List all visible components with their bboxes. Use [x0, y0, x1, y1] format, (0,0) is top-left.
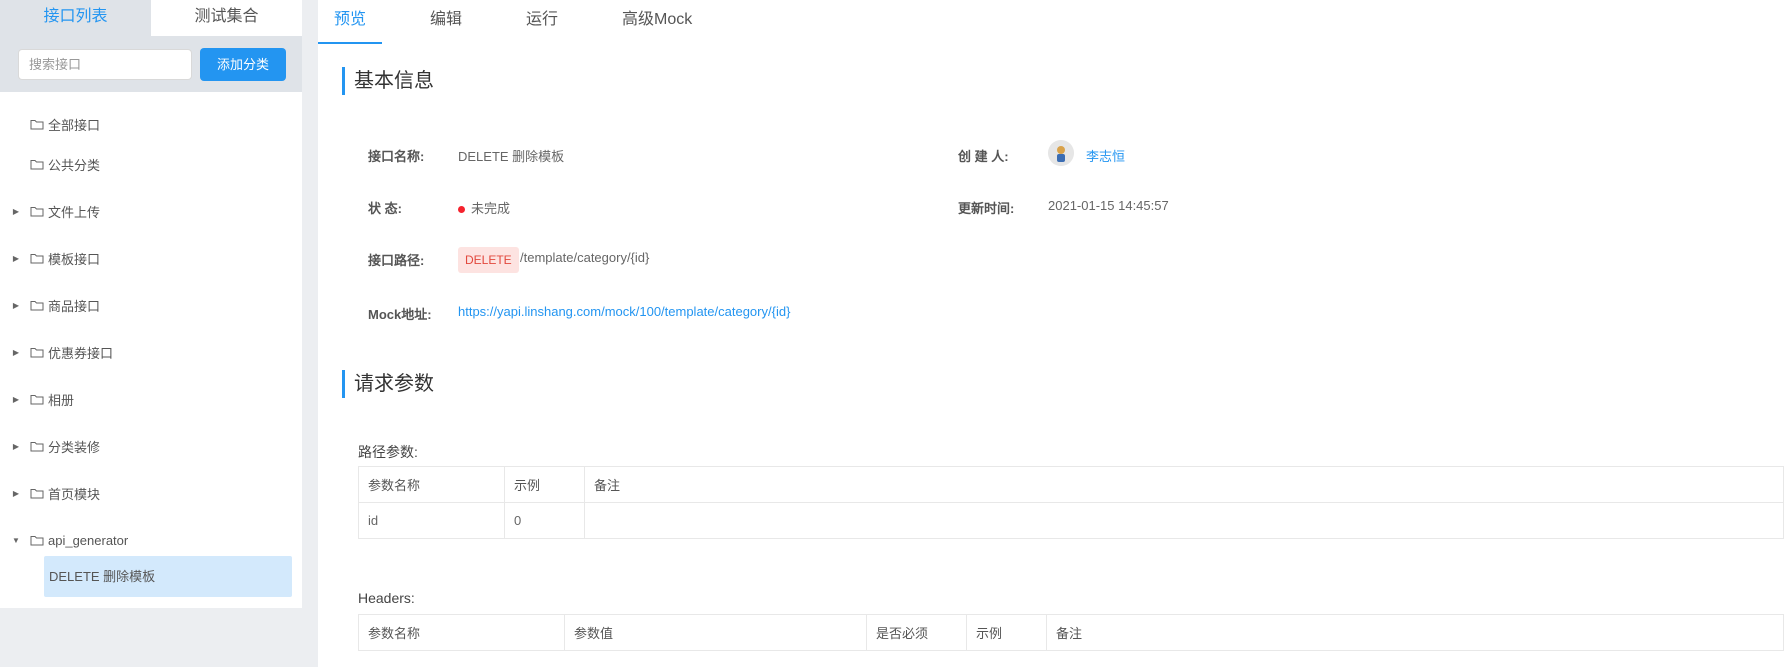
table-header-row: 参数名称 参数值 是否必须 示例 备注	[358, 614, 1784, 651]
folder-icon	[30, 119, 44, 129]
caret-down-icon[interactable]: ▼	[8, 536, 24, 545]
caret-right-icon[interactable]: ▶	[8, 207, 24, 216]
mock-url-link[interactable]: https://yapi.linshang.com/mock/100/templ…	[458, 304, 790, 319]
main-panel: 预览 编辑 运行 高级Mock 基本信息 接口名称: DELETE 删除模板 创…	[318, 0, 1784, 667]
headers-title: Headers:	[358, 590, 415, 606]
category-label: 全部接口	[48, 117, 101, 133]
tab-edit[interactable]: 编辑	[430, 0, 462, 44]
path-value: /template/category/{id}	[520, 250, 650, 265]
category-label: 模板接口	[48, 251, 101, 267]
category-item-template[interactable]: ▶ 模板接口	[0, 246, 302, 270]
folder-icon	[30, 206, 44, 216]
category-label: 分类装修	[48, 439, 101, 455]
category-item-public[interactable]: 公共分类	[0, 152, 302, 176]
method-badge: DELETE	[458, 247, 519, 273]
category-item-album[interactable]: ▶ 相册	[0, 387, 302, 411]
interface-item-delete-template[interactable]: DELETE 删除模板	[44, 556, 292, 597]
table-cell: 0	[504, 502, 585, 539]
folder-icon	[30, 159, 44, 169]
updated-label: 更新时间:	[958, 201, 1015, 216]
status-value: 未完成	[458, 198, 510, 217]
tab-advanced-mock[interactable]: 高级Mock	[622, 0, 692, 44]
path-label: 接口路径:	[368, 253, 425, 268]
caret-right-icon[interactable]: ▶	[8, 348, 24, 357]
table-cell	[584, 502, 1784, 539]
interface-tabs: 预览 编辑 运行 高级Mock	[318, 0, 1784, 44]
table-header-cell: 是否必须	[866, 614, 967, 651]
category-label: 公共分类	[48, 157, 101, 173]
search-input[interactable]: 搜索接口	[18, 48, 192, 80]
path-params-table: 参数名称 示例 备注 id 0	[358, 466, 1784, 539]
path-params-title: 路径参数:	[358, 444, 418, 460]
table-header-cell: 备注	[1046, 614, 1784, 651]
category-label: 相册	[48, 392, 75, 408]
folder-icon	[30, 300, 44, 310]
creator-link[interactable]: 李志恒	[1086, 146, 1125, 165]
category-item-coupon[interactable]: ▶ 优惠券接口	[0, 340, 302, 364]
tab-interface-list[interactable]: 接口列表	[0, 0, 151, 36]
status-label: 状 态:	[368, 201, 402, 216]
folder-icon	[30, 394, 44, 404]
caret-right-icon[interactable]: ▶	[8, 442, 24, 451]
category-label: 首页模块	[48, 486, 101, 502]
folder-icon	[30, 347, 44, 357]
table-header-row: 参数名称 示例 备注	[358, 466, 1784, 503]
user-avatar-icon	[1048, 140, 1074, 166]
category-item-decoration[interactable]: ▶ 分类装修	[0, 434, 302, 458]
folder-icon	[30, 488, 44, 498]
status-dot-icon	[458, 206, 465, 214]
table-header-cell: 示例	[966, 614, 1047, 651]
add-category-button[interactable]: 添加分类	[200, 47, 286, 81]
section-title-request: 请求参数	[342, 370, 434, 398]
category-label: 商品接口	[48, 298, 101, 314]
caret-right-icon[interactable]: ▶	[8, 395, 24, 404]
caret-right-icon[interactable]: ▶	[8, 301, 24, 310]
category-item-file-upload[interactable]: ▶ 文件上传	[0, 199, 302, 223]
table-header-cell: 备注	[584, 466, 1784, 503]
avatar[interactable]	[1048, 140, 1074, 166]
caret-right-icon[interactable]: ▶	[8, 489, 24, 498]
section-title-basic: 基本信息	[342, 67, 434, 95]
table-header-cell: 参数名称	[358, 614, 565, 651]
updated-value: 2021-01-15 14:45:57	[1048, 198, 1169, 213]
folder-icon	[30, 253, 44, 263]
sidebar-tabs: 接口列表 测试集合	[0, 0, 302, 36]
app-layout: 接口列表 测试集合 搜索接口 添加分类 全部接口 公共分类 ▶ 文件上传 ▶ 模…	[0, 0, 1784, 667]
category-item-goods[interactable]: ▶ 商品接口	[0, 293, 302, 317]
creator-label: 创 建 人:	[958, 149, 1009, 164]
category-label: 优惠券接口	[48, 345, 114, 361]
category-item-homepage[interactable]: ▶ 首页模块	[0, 481, 302, 505]
category-label: api_generator	[48, 532, 129, 548]
category-label: 文件上传	[48, 204, 101, 220]
search-bar: 搜索接口 添加分类	[0, 36, 302, 92]
table-row: id 0	[358, 502, 1784, 539]
category-item-api-generator[interactable]: ▼ api_generator	[0, 528, 302, 552]
sidebar: 接口列表 测试集合 搜索接口 添加分类 全部接口 公共分类 ▶ 文件上传 ▶ 模…	[0, 0, 302, 608]
folder-icon	[30, 441, 44, 451]
folder-open-icon	[30, 535, 44, 545]
status-text: 未完成	[471, 201, 511, 216]
category-item-all[interactable]: 全部接口	[0, 112, 302, 136]
table-cell: id	[358, 502, 505, 539]
name-value: DELETE 删除模板	[458, 149, 565, 164]
table-header-cell: 示例	[504, 466, 585, 503]
tab-preview[interactable]: 预览	[318, 0, 382, 44]
name-label: 接口名称:	[368, 149, 425, 164]
tab-run[interactable]: 运行	[526, 0, 558, 44]
headers-table: 参数名称 参数值 是否必须 示例 备注	[358, 614, 1784, 651]
tab-test-collection[interactable]: 测试集合	[151, 0, 302, 36]
table-header-cell: 参数名称	[358, 466, 505, 503]
caret-right-icon[interactable]: ▶	[8, 254, 24, 263]
table-header-cell: 参数值	[564, 614, 867, 651]
mock-label: Mock地址:	[368, 307, 432, 322]
